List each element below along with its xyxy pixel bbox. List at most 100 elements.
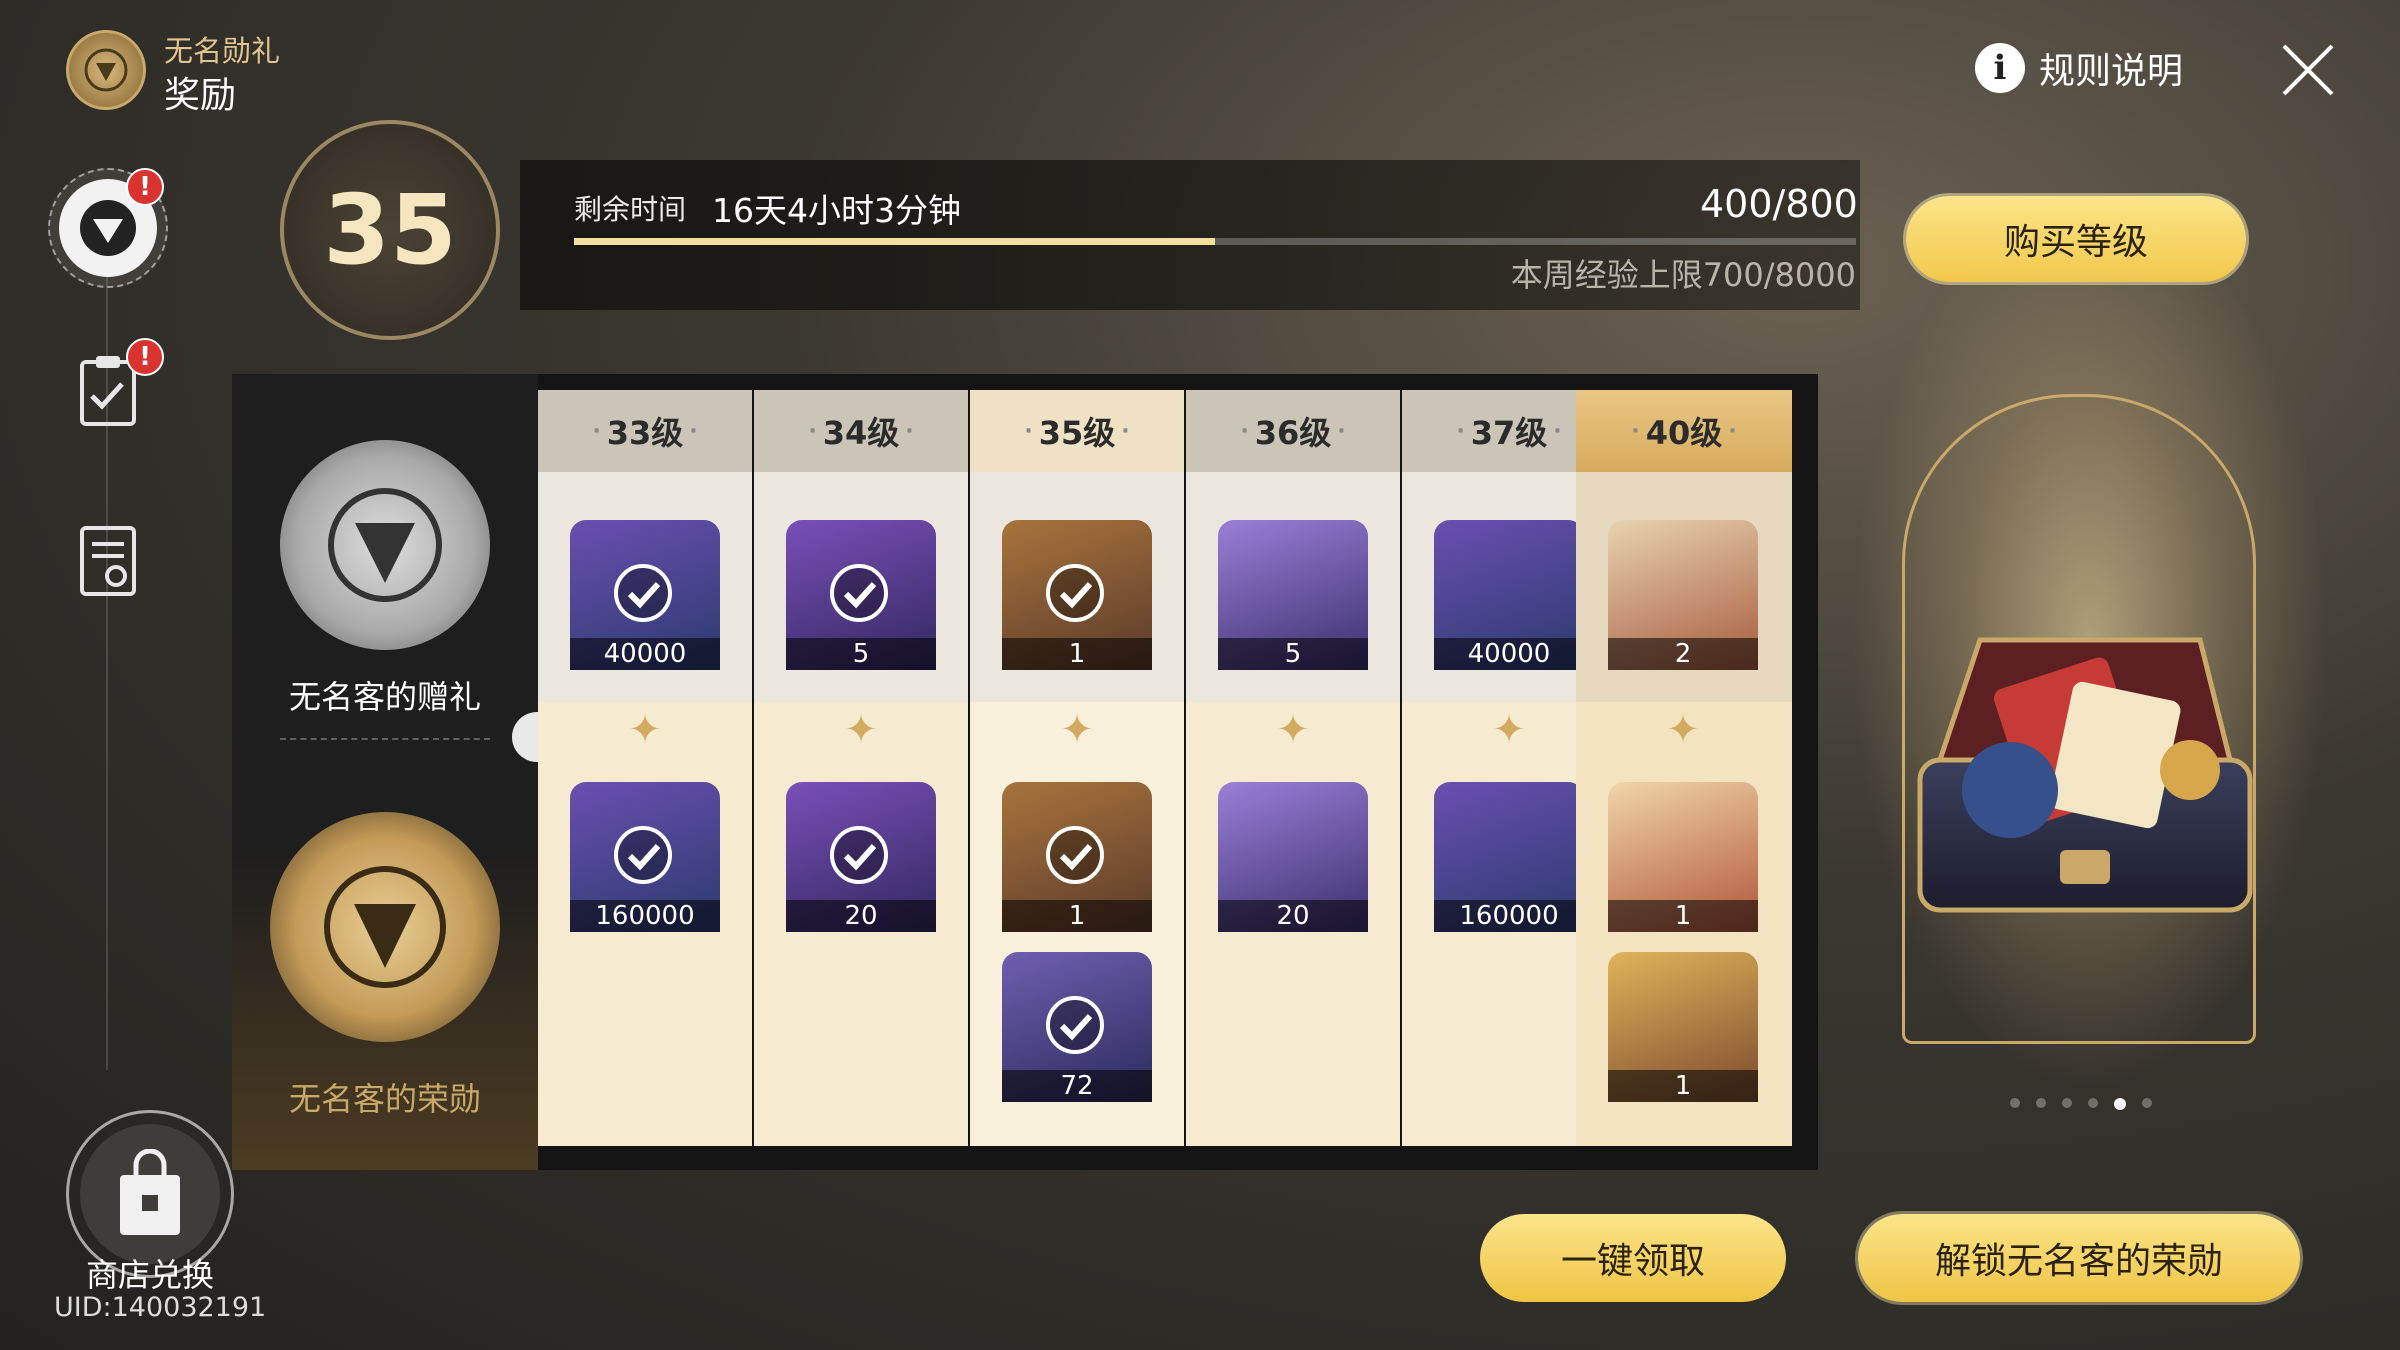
free-track-emblem <box>280 440 490 650</box>
claimed-check-icon <box>830 826 888 884</box>
reward-quantity: 72 <box>1002 1070 1152 1102</box>
reward-quantity: 1 <box>1002 638 1152 670</box>
reward-item[interactable]: 5 <box>786 520 936 670</box>
claimed-check-icon <box>830 564 888 622</box>
reward-quantity: 20 <box>786 900 936 932</box>
xp-progress-fill <box>574 238 1215 245</box>
level-column: · 40级 · ✦ 2 1 1 <box>1576 390 1792 1146</box>
reward-item[interactable]: 2 <box>1608 520 1758 670</box>
level-header: · 40级 · <box>1576 390 1792 472</box>
uid-text: UID:140032191 <box>54 1292 267 1323</box>
level-column: · 34级 · ✦ 5 20 <box>754 390 968 1146</box>
silver-emblem-icon <box>328 488 442 602</box>
reward-item[interactable]: 72 <box>1002 952 1152 1102</box>
reward-quantity: 40000 <box>1434 638 1584 670</box>
info-icon: i <box>1975 43 2025 93</box>
special-pass-icon <box>1608 782 1758 902</box>
credit-card-icon <box>1434 782 1584 902</box>
reward-item[interactable]: 1 <box>1608 782 1758 932</box>
paid-track-emblem <box>270 812 500 1042</box>
claim-all-button[interactable]: 一键领取 <box>1480 1214 1786 1302</box>
gold-emblem-icon <box>324 866 446 988</box>
rules-label: 规则说明 <box>2039 51 2184 92</box>
xp-progress-bar <box>574 238 1856 245</box>
pager-dot[interactable] <box>2142 1098 2152 1108</box>
pager-dot[interactable] <box>2062 1098 2072 1108</box>
claimed-check-icon <box>1046 826 1104 884</box>
level-label: 35级 <box>1038 414 1116 452</box>
current-level: 35 <box>323 174 457 286</box>
track-divider <box>280 738 490 740</box>
reward-item[interactable]: 40000 <box>1434 520 1584 670</box>
reward-item[interactable]: 160000 <box>1434 782 1584 932</box>
reward-quantity: 2 <box>1608 638 1758 670</box>
level-column: · 35级 · ✦ 1 1 72 <box>970 390 1184 1146</box>
reward-quantity: 20 <box>1218 900 1368 932</box>
separator-star-icon: ✦ <box>1492 707 1526 753</box>
page-subtitle: 无名勋礼 <box>164 34 281 68</box>
level-label: 33级 <box>606 414 684 452</box>
reward-quantity: 5 <box>786 638 936 670</box>
reward-quantity: 1 <box>1608 1070 1758 1102</box>
unlock-paid-button[interactable]: 解锁无名客的荣勋 <box>1858 1214 2300 1302</box>
pager-dot[interactable] <box>2088 1098 2098 1108</box>
lantern-icon <box>1218 520 1368 640</box>
remaining-time-value: 16天4小时3分钟 <box>712 191 961 230</box>
close-icon <box>2282 44 2334 96</box>
lantern-icon <box>1218 782 1368 902</box>
reward-item[interactable]: 160000 <box>570 782 720 932</box>
reward-quantity: 5 <box>1218 638 1368 670</box>
reward-item[interactable]: 40000 <box>570 520 720 670</box>
reward-item[interactable]: 20 <box>786 782 936 932</box>
pager-dot-active[interactable] <box>2114 1098 2126 1110</box>
star-pass-icon <box>1608 520 1758 640</box>
reward-quantity: 160000 <box>1434 900 1584 932</box>
level-label: 34级 <box>822 414 900 452</box>
reward-item[interactable]: 1 <box>1002 520 1152 670</box>
treasure-chest-icon <box>1917 637 2253 913</box>
reward-chest-image <box>1900 600 2270 940</box>
level-medallion: 35 <box>280 120 500 340</box>
free-track-label: 无名客的赠礼 <box>288 678 481 716</box>
xp-counter: 400/800 <box>1700 182 1858 226</box>
nav-records-tab[interactable] <box>78 524 138 602</box>
shop-label: 商店兑换 <box>85 1256 214 1294</box>
alert-badge: ! <box>126 168 164 206</box>
emblem-icon <box>80 200 136 256</box>
rules-button[interactable]: i 规则说明 <box>1975 42 2183 94</box>
level-header: · 34级 · <box>754 390 968 472</box>
shopping-bag-icon <box>120 1149 180 1235</box>
reward-item[interactable]: 1 <box>1002 782 1152 932</box>
credit-card-icon <box>1434 520 1584 640</box>
level-header: · 35级 · <box>970 390 1184 472</box>
separator-star-icon: ✦ <box>1276 707 1310 753</box>
reward-item[interactable]: 20 <box>1218 782 1368 932</box>
level-column: · 36级 · ✦ 5 20 <box>1186 390 1400 1146</box>
separator-star-icon: ✦ <box>1060 707 1094 753</box>
pager-dot[interactable] <box>2036 1098 2046 1108</box>
separator-star-icon: ✦ <box>628 707 662 753</box>
honor-logo-icon <box>66 30 146 110</box>
document-search-icon <box>80 526 136 596</box>
reward-quantity: 1 <box>1608 900 1758 932</box>
level-column: · 33级 · ✦ 40000 160000 <box>538 390 752 1146</box>
reward-quantity: 1 <box>1002 900 1152 932</box>
alert-badge: ! <box>126 338 164 376</box>
paid-track-label: 无名客的荣勋 <box>288 1080 481 1118</box>
level-label: 40级 <box>1645 414 1723 452</box>
level-header: · 36级 · <box>1186 390 1400 472</box>
page-title: 奖励 <box>164 75 237 116</box>
reward-item[interactable]: 1 <box>1608 952 1758 1102</box>
reward-item[interactable]: 5 <box>1218 520 1368 670</box>
claimed-check-icon <box>1046 996 1104 1054</box>
preview-pager <box>2010 1098 2152 1110</box>
claimed-check-icon <box>614 826 672 884</box>
claimed-check-icon <box>1046 564 1104 622</box>
pager-dot[interactable] <box>2010 1098 2020 1108</box>
golden-cube-icon <box>1608 952 1758 1072</box>
level-header: · 33级 · <box>538 390 752 472</box>
close-button[interactable] <box>2276 38 2340 102</box>
weekly-cap: 本周经验上限700/8000 <box>1510 256 1856 294</box>
remaining-time-label: 剩余时间 <box>574 193 687 226</box>
separator-star-icon: ✦ <box>844 707 878 753</box>
